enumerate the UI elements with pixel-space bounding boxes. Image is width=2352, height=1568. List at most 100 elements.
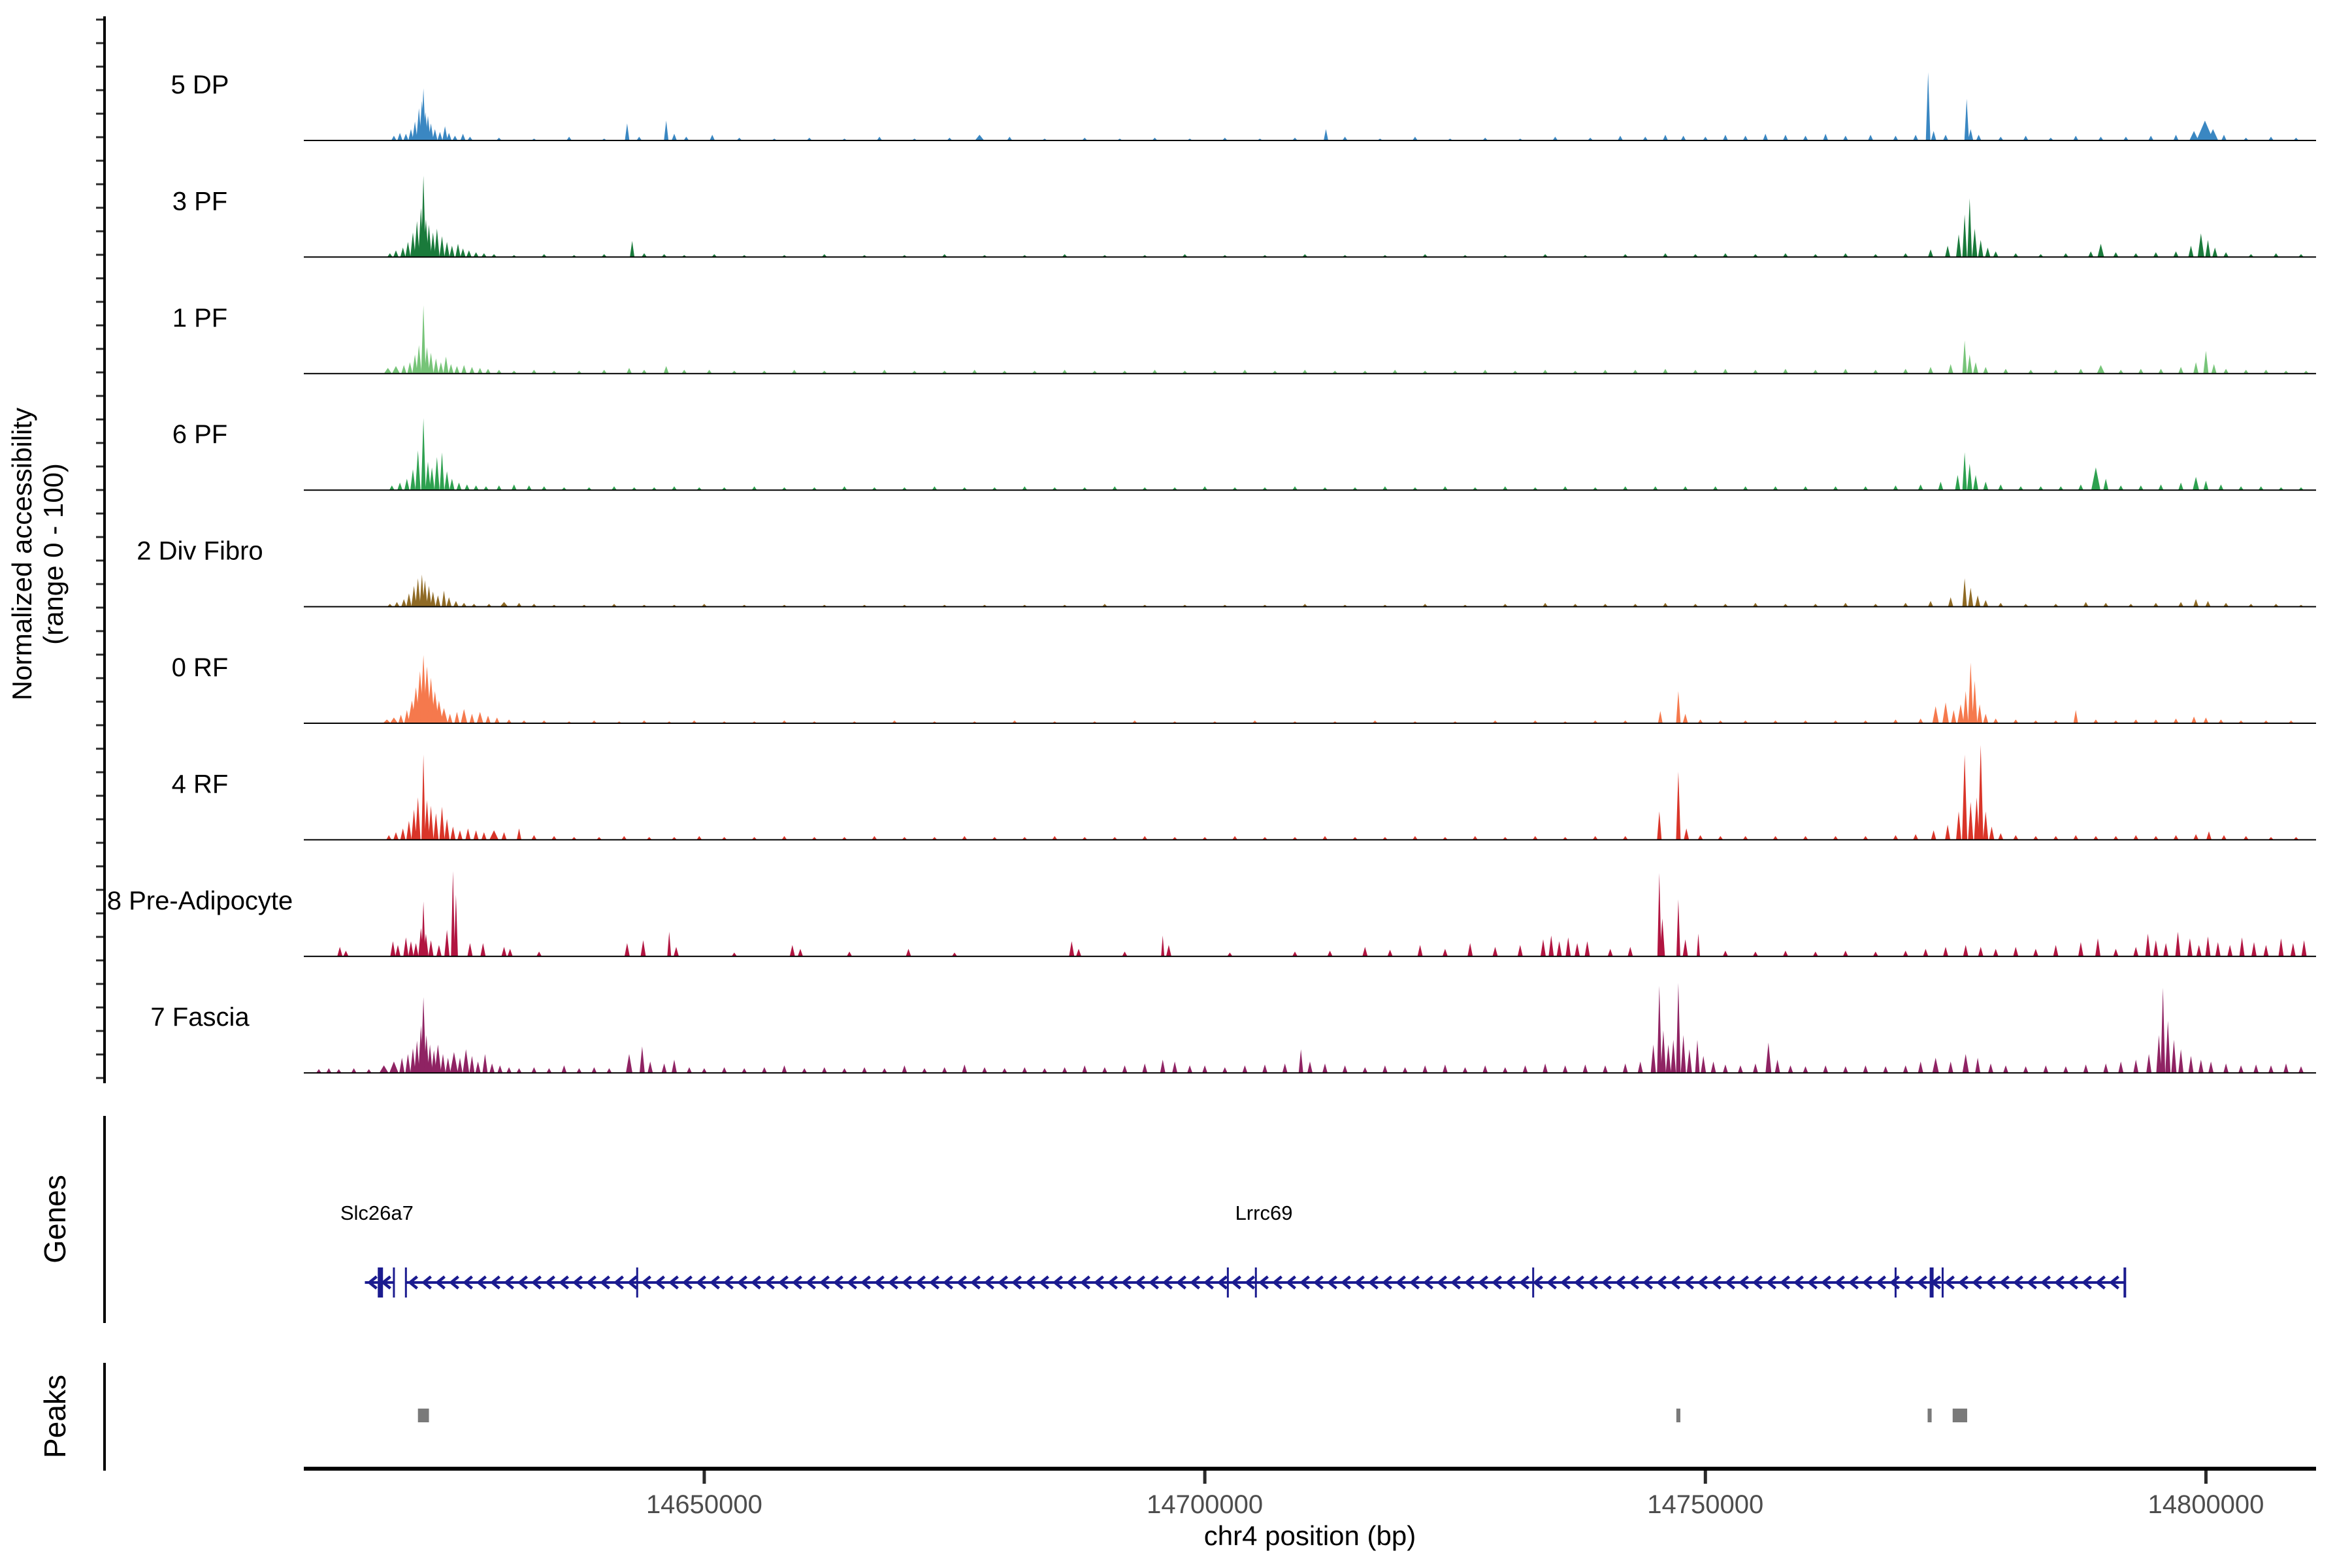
y-axis-tick — [96, 960, 103, 962]
gene-exon — [378, 1267, 383, 1298]
y-axis-tick — [96, 748, 103, 750]
y-axis-tick — [96, 889, 103, 891]
y-axis-tick — [96, 231, 103, 233]
gene-exon — [405, 1267, 407, 1298]
gene-exon — [1942, 1267, 1944, 1298]
track-baseline — [304, 256, 2316, 257]
gene-exon — [393, 1267, 395, 1298]
y-axis-line — [103, 16, 106, 1083]
coverage-track — [304, 655, 2316, 724]
coverage-track — [304, 418, 2316, 491]
y-axis-tick — [96, 442, 103, 444]
track-baseline — [304, 373, 2316, 374]
coverage-track — [304, 871, 2316, 957]
x-axis-tick-label: 14750000 — [1647, 1490, 1763, 1519]
gene-exon — [1930, 1267, 1934, 1298]
y-axis-tick — [96, 66, 103, 68]
y-axis-tick — [96, 19, 103, 21]
x-axis-tick-label: 14800000 — [2148, 1490, 2264, 1519]
coverage-track — [304, 176, 2316, 258]
x-axis-tick — [2204, 1471, 2208, 1484]
y-axis-tick — [96, 372, 103, 374]
gene-exon — [2123, 1267, 2126, 1298]
gene-name-label: Slc26a7 — [340, 1201, 414, 1224]
y-axis-label-line2: (range 0 - 100) — [38, 463, 69, 645]
accessibility-tracks — [304, 73, 2316, 1074]
track-baseline — [304, 839, 2316, 840]
y-axis-tick — [96, 419, 103, 421]
y-axis-tick — [96, 466, 103, 468]
y-axis-label-line1: Normalized accessibility — [7, 408, 37, 700]
track-label: 5 DP — [171, 71, 229, 99]
y-axis-tick — [96, 536, 103, 538]
x-axis-line — [304, 1467, 2316, 1471]
track-baseline — [304, 140, 2316, 141]
gene-exon — [1895, 1267, 1897, 1298]
gene-exon — [636, 1267, 638, 1298]
gene-name-label: Lrrc69 — [1235, 1201, 1293, 1224]
y-axis-tick — [96, 184, 103, 186]
track-label: 8 Pre-Adipocyte — [107, 887, 293, 915]
x-axis: 14650000 14700000 14750000 14800000 — [304, 1467, 2316, 1519]
y-axis-tick — [96, 1007, 103, 1009]
y-axis — [96, 16, 106, 1083]
y-axis-tick — [96, 348, 103, 350]
y-axis-tick — [96, 278, 103, 280]
y-axis-tick — [96, 819, 103, 821]
y-axis-tick — [96, 395, 103, 397]
y-axis-tick — [96, 607, 103, 609]
genes-section-bracket — [103, 1116, 106, 1323]
y-axis-tick — [96, 983, 103, 985]
y-axis-tick — [96, 113, 103, 115]
y-axis-tick — [96, 489, 103, 491]
track-label: 6 PF — [172, 420, 227, 449]
genes-track: Slc26a7 Lrrc69 — [340, 1201, 2126, 1298]
gene-exon — [1227, 1267, 1229, 1298]
gene-exon — [1255, 1267, 1257, 1298]
track-baseline — [304, 606, 2316, 608]
track-label: 1 PF — [172, 304, 227, 333]
gene-exon — [1532, 1267, 1534, 1298]
peak-region — [1927, 1409, 1931, 1422]
coverage-track — [304, 305, 2316, 374]
y-axis-tick — [96, 1077, 103, 1079]
y-axis-tick — [96, 866, 103, 868]
y-axis-tick — [96, 725, 103, 727]
y-axis-tick — [96, 301, 103, 303]
y-axis-tick — [96, 795, 103, 797]
y-axis-tick — [96, 701, 103, 703]
coverage-track — [304, 983, 2316, 1074]
y-axis-tick — [96, 137, 103, 139]
track-label: 3 PF — [172, 187, 227, 216]
gene-model: Slc26a7 — [340, 1201, 414, 1298]
y-axis-tick — [96, 42, 103, 44]
coverage-plot-figure: Normalized accessibility (range 0 - 100)… — [0, 0, 2352, 1568]
track-label: 4 RF — [172, 770, 229, 798]
y-axis-tick — [96, 772, 103, 774]
y-axis-tick — [96, 936, 103, 938]
y-axis-tick — [96, 513, 103, 515]
figure-canvas: Normalized accessibility (range 0 - 100)… — [0, 0, 2352, 1568]
y-axis-tick — [96, 1030, 103, 1032]
y-axis-tick — [96, 90, 103, 91]
track-baseline — [304, 489, 2316, 491]
y-axis-tick — [96, 630, 103, 632]
x-axis-tick-label: 14650000 — [646, 1490, 762, 1519]
track-baseline — [304, 723, 2316, 724]
peak-region — [418, 1409, 429, 1422]
track-baseline — [304, 1072, 2316, 1073]
peaks-section-bracket — [103, 1363, 106, 1471]
peaks-section-label: Peaks — [38, 1375, 72, 1458]
coverage-track — [304, 745, 2316, 840]
y-axis-tick — [96, 913, 103, 915]
peak-region — [1953, 1409, 1967, 1422]
y-axis-tick — [96, 678, 103, 679]
y-axis-tick — [96, 654, 103, 656]
x-axis-tick — [702, 1471, 706, 1484]
genes-section-label: Genes — [38, 1175, 72, 1264]
peaks-track — [418, 1409, 1967, 1422]
track-label: 0 RF — [172, 653, 229, 682]
gene-model: Lrrc69 — [405, 1201, 2127, 1298]
y-axis-tick — [96, 842, 103, 844]
x-axis-tick-label: 14700000 — [1147, 1490, 1263, 1519]
